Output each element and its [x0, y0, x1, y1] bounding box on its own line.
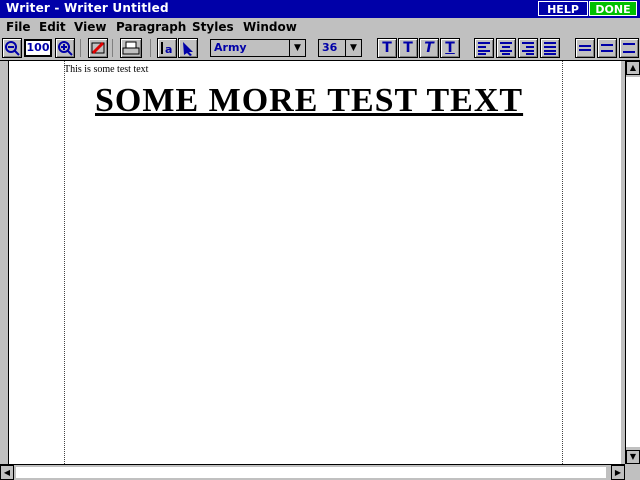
menu-window[interactable]: Window — [243, 20, 297, 34]
toolbar-separator — [112, 39, 113, 57]
font-size-dropdown[interactable]: 36 ▼ — [318, 39, 362, 57]
menu-styles[interactable]: Styles — [192, 20, 234, 34]
left-margin-guide — [64, 61, 65, 464]
text-tool-icon[interactable]: a — [157, 38, 177, 58]
pointer-arrow-icon[interactable] — [178, 38, 198, 58]
toolbar: 100 a Army ▼ 36 ▼ T T T T — [0, 37, 640, 61]
align-center-icon[interactable] — [496, 38, 516, 58]
menu-bar: File Edit View Paragraph Styles Window — [0, 18, 640, 38]
document-page[interactable]: This is some test text SOME MORE TEST TE… — [8, 61, 621, 464]
scroll-left-icon[interactable]: ◀ — [0, 465, 14, 480]
print-icon[interactable] — [120, 38, 142, 58]
align-justify-icon[interactable] — [540, 38, 560, 58]
menu-view[interactable]: View — [74, 20, 106, 34]
scroll-up-icon[interactable]: ▲ — [626, 61, 640, 75]
vertical-scroll-track[interactable] — [626, 77, 640, 447]
menu-paragraph[interactable]: Paragraph — [116, 20, 186, 34]
window-title: Writer - Writer Untitled — [6, 1, 169, 15]
toolbar-separator — [150, 39, 151, 57]
document-text-line[interactable]: This is some test text — [64, 64, 148, 75]
vertical-scrollbar[interactable]: ▲ ▼ — [625, 61, 640, 464]
toolbar-separator — [80, 39, 81, 57]
menu-edit[interactable]: Edit — [39, 20, 66, 34]
svg-text:a: a — [165, 43, 172, 56]
horizontal-scroll-track[interactable] — [16, 467, 606, 478]
font-size-value: 36 — [322, 41, 338, 54]
italic-style-button[interactable]: T — [419, 38, 439, 58]
one-half-spacing-icon[interactable] — [597, 38, 617, 58]
title-bar: Writer - Writer Untitled HELP DONE — [0, 0, 640, 18]
zoom-out-icon[interactable] — [2, 38, 22, 58]
double-spacing-icon[interactable] — [619, 38, 639, 58]
scroll-right-icon[interactable]: ▶ — [611, 465, 625, 480]
font-name-dropdown[interactable]: Army ▼ — [210, 39, 306, 57]
font-name-value: Army — [214, 41, 247, 54]
scroll-down-icon[interactable]: ▼ — [626, 450, 640, 464]
help-button[interactable]: HELP — [538, 1, 588, 16]
chevron-down-icon: ▼ — [289, 40, 305, 56]
right-margin-guide — [562, 61, 563, 464]
zoom-in-icon[interactable] — [55, 38, 75, 58]
document-heading-text[interactable]: SOME MORE TEST TEXT — [95, 83, 523, 119]
menu-file[interactable]: File — [6, 20, 31, 34]
single-spacing-icon[interactable] — [575, 38, 595, 58]
chevron-down-icon: ▼ — [345, 40, 361, 56]
plain-style-button[interactable]: T — [377, 38, 397, 58]
align-right-icon[interactable] — [518, 38, 538, 58]
pencil-icon[interactable] — [88, 38, 108, 58]
align-left-icon[interactable] — [474, 38, 494, 58]
underline-style-button[interactable]: T — [440, 38, 460, 58]
scrollbar-corner — [625, 464, 640, 480]
horizontal-scrollbar[interactable]: ◀ ▶ — [0, 464, 625, 480]
zoom-field[interactable]: 100 — [24, 39, 52, 57]
done-button[interactable]: DONE — [589, 1, 637, 16]
bold-style-button[interactable]: T — [398, 38, 418, 58]
